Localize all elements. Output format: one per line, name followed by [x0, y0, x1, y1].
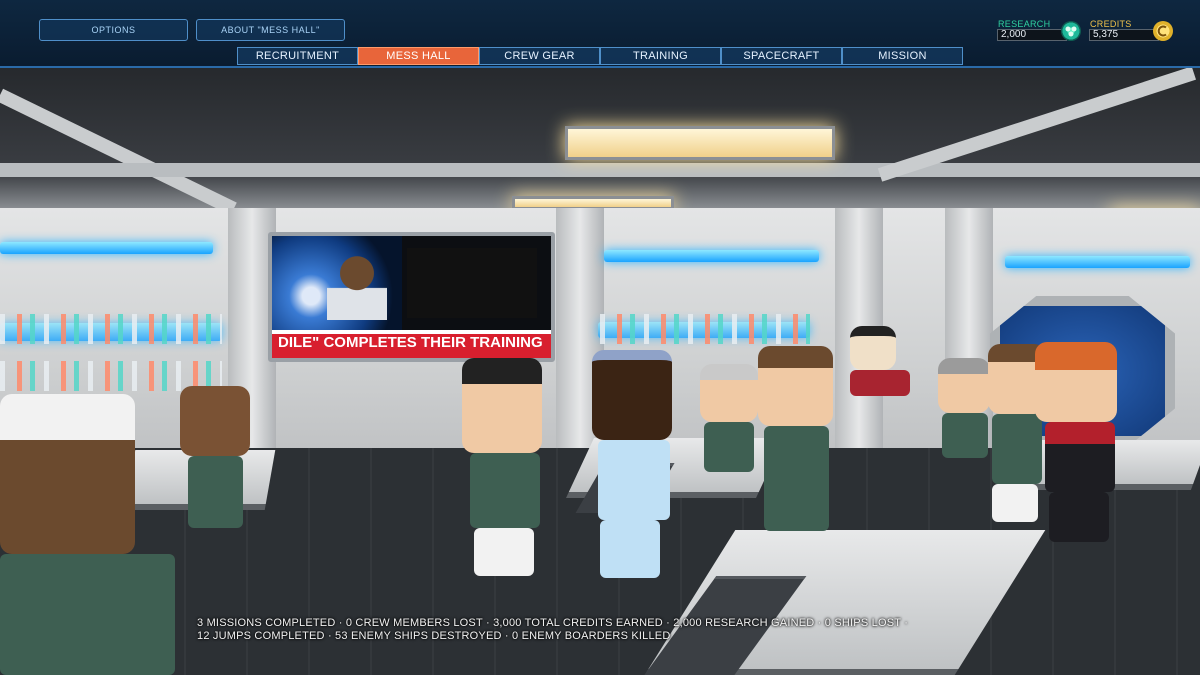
mess-hall-scene: DILE" COMPLETES THEIR TRAINING: [0, 68, 1200, 675]
research-atom-icon: [1061, 21, 1081, 41]
stats-line: 12 JUMPS COMPLETED · 53 ENEMY SHIPS DEST…: [197, 630, 671, 642]
research-label: RESEARCH: [998, 19, 1051, 29]
bar-bottles: [0, 314, 222, 344]
credits-label: CREDITS: [1090, 19, 1132, 29]
crew-member[interactable]: [462, 358, 552, 578]
tab-training[interactable]: TRAINING: [600, 47, 721, 65]
credits-value: 5,375: [1089, 29, 1159, 41]
crew-member[interactable]: [850, 326, 912, 396]
credits-coin-icon: [1153, 21, 1173, 41]
stats-line: 3 MISSIONS COMPLETED · 0 CREW MEMBERS LO…: [197, 617, 909, 629]
crew-member[interactable]: [938, 358, 993, 458]
neon-light-strip: [0, 242, 213, 254]
news-anchor-figure: [327, 248, 387, 320]
ceiling-light: [565, 126, 835, 160]
news-ticker: DILE" COMPLETES THEIR TRAINING: [272, 330, 551, 358]
career-stats-summary: 3 MISSIONS COMPLETED · 0 CREW MEMBERS LO…: [197, 617, 1157, 643]
crew-member[interactable]: [758, 346, 838, 536]
ceiling-beam: [0, 163, 1200, 177]
top-hud-bar: OPTIONS ABOUT "MESS HALL" RECRUITMENT ME…: [0, 0, 1200, 68]
tab-crew-gear[interactable]: CREW GEAR: [479, 47, 600, 65]
crew-member[interactable]: [700, 364, 760, 474]
crew-member[interactable]: [0, 394, 180, 675]
about-mess-hall-button[interactable]: ABOUT "MESS HALL": [196, 19, 345, 41]
crew-member[interactable]: [180, 386, 250, 546]
tab-spacecraft[interactable]: SPACECRAFT: [721, 47, 842, 65]
tab-mission[interactable]: MISSION: [842, 47, 963, 65]
news-tv-screen: DILE" COMPLETES THEIR TRAINING: [268, 232, 555, 362]
research-value: 2,000: [997, 29, 1067, 41]
neon-light-strip: [604, 250, 819, 262]
crew-member[interactable]: [1035, 342, 1125, 542]
neon-light-strip: [1005, 256, 1190, 268]
tab-mess-hall[interactable]: MESS HALL: [358, 47, 479, 65]
options-button[interactable]: OPTIONS: [39, 19, 188, 41]
news-inset-panel: [407, 248, 537, 318]
main-tab-bar: RECRUITMENT MESS HALL CREW GEAR TRAINING…: [237, 47, 963, 65]
bar-bottles: [600, 314, 810, 344]
crew-member[interactable]: [592, 350, 677, 580]
tab-recruitment[interactable]: RECRUITMENT: [237, 47, 358, 65]
